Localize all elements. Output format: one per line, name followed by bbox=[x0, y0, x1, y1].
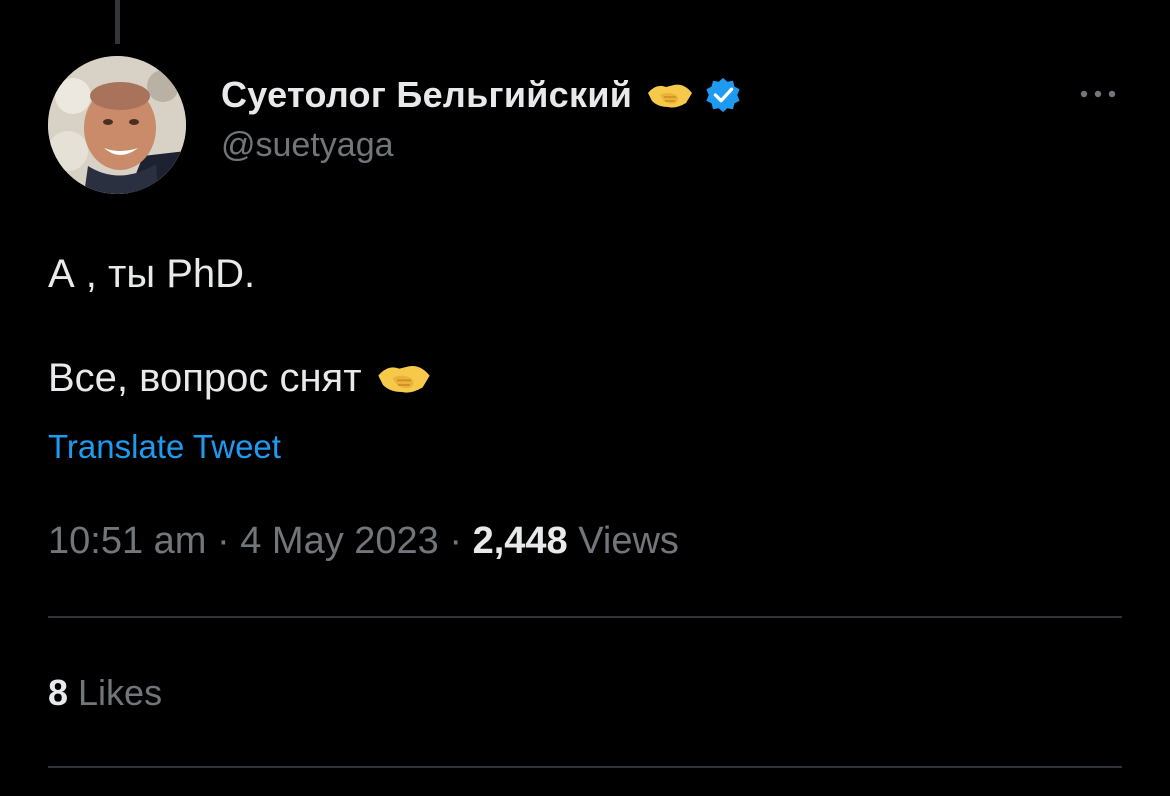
divider bbox=[48, 616, 1122, 618]
avatar[interactable] bbox=[48, 56, 186, 194]
author-display-name[interactable]: Суетолог Бельгийский bbox=[221, 74, 632, 116]
more-options-icon[interactable] bbox=[1076, 84, 1120, 104]
handshake-icon bbox=[648, 84, 693, 108]
tweet-body: А , ты PhD. Все, вопрос снят bbox=[48, 248, 432, 404]
verified-badge-icon bbox=[706, 77, 740, 113]
translate-tweet-link[interactable]: Translate Tweet bbox=[48, 428, 281, 466]
likes-stat[interactable]: 8 Likes bbox=[48, 672, 162, 714]
author-name-row: Суетолог Бельгийский bbox=[221, 70, 742, 120]
author-handle[interactable]: @suetyaga bbox=[221, 126, 742, 165]
tweet-time[interactable]: 10:51 am bbox=[48, 520, 206, 562]
thread-connector-line bbox=[115, 0, 120, 44]
meta-separator: · bbox=[438, 520, 473, 562]
likes-count: 8 bbox=[48, 672, 69, 713]
views-label: Views bbox=[567, 520, 679, 562]
views-count: 2,448 bbox=[472, 520, 568, 562]
tweet-header: Суетолог Бельгийский @suetyaga bbox=[221, 70, 742, 165]
handshake-icon bbox=[377, 365, 430, 393]
likes-label: Likes bbox=[68, 672, 163, 713]
tweet-meta: 10:51 am · 4 May 2023 · 2,448 Views bbox=[48, 520, 679, 563]
tweet-text-content: Все, вопрос снят bbox=[48, 356, 362, 400]
tweet-text-line: А , ты PhD. bbox=[48, 252, 256, 296]
meta-separator: · bbox=[206, 520, 241, 562]
divider bbox=[48, 766, 1122, 768]
tweet-text-line: Все, вопрос снят bbox=[48, 352, 432, 404]
tweet-date[interactable]: 4 May 2023 bbox=[240, 520, 439, 562]
